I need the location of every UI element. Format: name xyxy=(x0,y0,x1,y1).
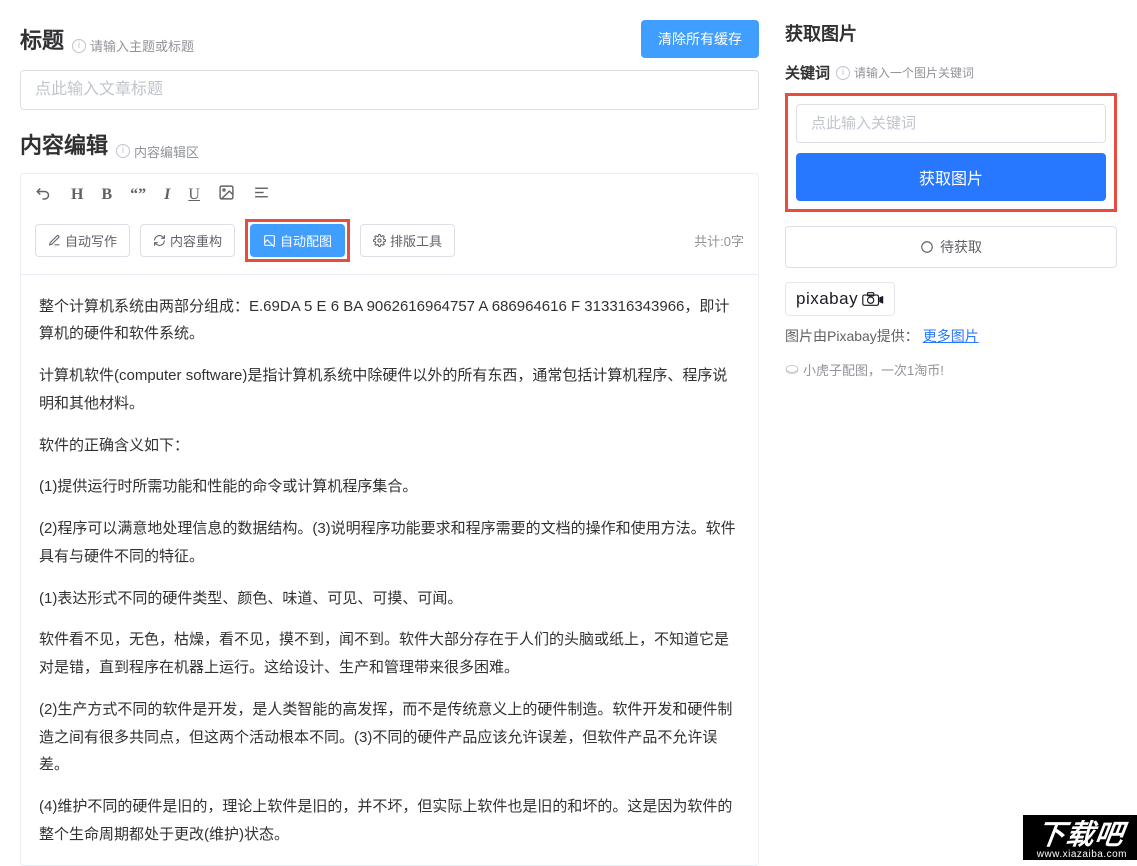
editor-section-header: 内容编辑 i 内容编辑区 xyxy=(20,128,759,161)
camera-icon xyxy=(862,291,884,307)
title-label: 标题 xyxy=(20,23,64,55)
title-section-header: 标题 i 请输入主题或标题 清除所有缓存 xyxy=(20,20,759,58)
content-paragraph: (2)程序可以满意地处理信息的数据结构。(3)说明程序功能要求和程序需要的文档的… xyxy=(39,515,740,571)
content-paragraph: 软件看不见，无色，枯燥，看不见，摸不到，闻不到。软件大部分存在于人们的头脑或纸上… xyxy=(39,626,740,682)
underline-icon[interactable]: U xyxy=(188,186,200,204)
layout-tool-button[interactable]: 排版工具 xyxy=(360,224,455,257)
info-icon: i xyxy=(72,39,86,53)
content-paragraph: (4)维护不同的硬件是旧的，理论上软件是旧的，并不坏，但实际上软件也是旧的和坏的… xyxy=(39,793,740,849)
title-hint: 请输入主题或标题 xyxy=(90,36,194,55)
align-left-icon[interactable] xyxy=(253,184,270,206)
keyword-input[interactable] xyxy=(796,104,1106,143)
more-images-link[interactable]: 更多图片 xyxy=(923,328,979,344)
image-icon[interactable] xyxy=(218,184,235,206)
info-icon: i xyxy=(116,144,130,158)
auto-write-button[interactable]: 自动写作 xyxy=(35,224,130,257)
bold-icon[interactable]: B xyxy=(101,186,112,204)
content-paragraph: 软件的正确含义如下： xyxy=(39,432,740,460)
editor-hint: 内容编辑区 xyxy=(134,142,199,161)
fetch-status: 待获取 xyxy=(785,226,1117,268)
settings-icon xyxy=(373,234,386,247)
fetch-image-button[interactable]: 获取图片 xyxy=(796,153,1106,201)
image-credit: 图片由Pixabay提供： 更多图片 xyxy=(785,326,1117,346)
pixabay-badge: pixabay xyxy=(785,282,895,316)
editor-toolbar: H B “” I U xyxy=(21,174,758,275)
image-small-icon xyxy=(263,234,276,247)
watermark: 下载吧 www.xiazaiba.com xyxy=(1023,815,1137,860)
pencil-icon xyxy=(48,234,61,247)
loading-icon xyxy=(920,240,934,254)
auto-image-button[interactable]: 自动配图 xyxy=(250,224,345,257)
editor-title: 内容编辑 xyxy=(20,128,108,160)
content-paragraph: 计算机软件(computer software)是指计算机系统中除硬件以外的所有… xyxy=(39,362,740,418)
editor-container: H B “” I U xyxy=(20,173,759,866)
main-column: 标题 i 请输入主题或标题 清除所有缓存 内容编辑 i 内容编辑区 xyxy=(0,0,775,860)
refresh-icon xyxy=(153,234,166,247)
clear-cache-button[interactable]: 清除所有缓存 xyxy=(641,20,759,58)
highlight-keyword-box: 获取图片 xyxy=(785,93,1117,212)
editor-content[interactable]: 整个计算机系统由两部分组成：E.69DA 5 E 6 BA 9062616964… xyxy=(21,275,758,865)
heading-icon[interactable]: H xyxy=(71,186,83,204)
highlight-auto-image: 自动配图 xyxy=(245,219,350,262)
coin-icon xyxy=(785,363,799,377)
content-paragraph: (1)表达形式不同的硬件类型、颜色、味道、可见、可摸、可闻。 xyxy=(39,585,740,613)
keyword-label: 关键词 xyxy=(785,62,830,83)
article-title-input[interactable] xyxy=(20,70,759,110)
restructure-button[interactable]: 内容重构 xyxy=(140,224,235,257)
undo-icon[interactable] xyxy=(35,184,53,207)
word-count: 共计:0字 xyxy=(694,231,744,250)
quote-icon[interactable]: “” xyxy=(130,186,146,204)
coin-info: 小虎子配图，一次1淘币! xyxy=(785,360,1117,379)
sidebar: 获取图片 关键词 i 请输入一个图片关键词 获取图片 待获取 pixabay xyxy=(775,0,1137,860)
content-paragraph: (2)生产方式不同的软件是开发，是人类智能的高发挥，而不是传统意义上的硬件制造。… xyxy=(39,696,740,779)
italic-icon[interactable]: I xyxy=(164,186,170,204)
fetch-image-title: 获取图片 xyxy=(785,20,1117,46)
content-paragraph: 整个计算机系统由两部分组成：E.69DA 5 E 6 BA 9062616964… xyxy=(39,293,740,349)
keyword-hint: 请输入一个图片关键词 xyxy=(854,64,974,81)
content-paragraph: (1)提供运行时所需功能和性能的命令或计算机程序集合。 xyxy=(39,473,740,501)
info-icon: i xyxy=(836,66,850,80)
